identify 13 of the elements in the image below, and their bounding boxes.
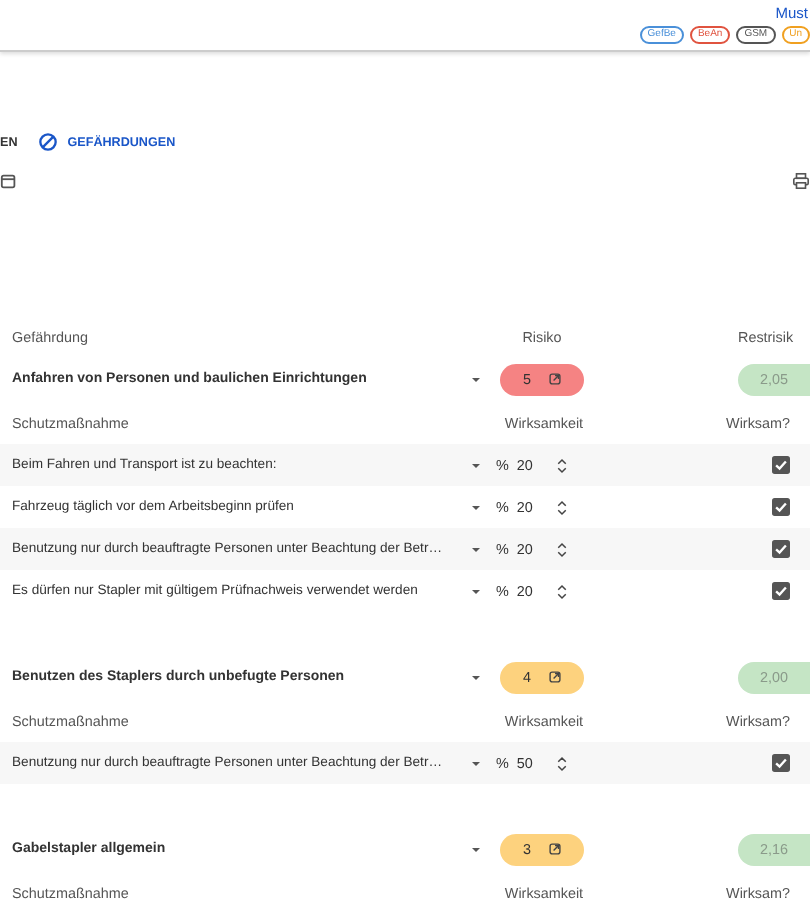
checkbox[interactable] (772, 498, 790, 516)
stepper-icon[interactable] (556, 581, 569, 601)
checkbox[interactable] (772, 582, 790, 600)
calendar-icon[interactable] (0, 171, 18, 189)
prohibited-icon (37, 132, 58, 152)
checkbox[interactable] (772, 540, 790, 558)
checkbox[interactable] (772, 754, 790, 772)
checkbox[interactable] (772, 456, 790, 474)
stepper-icon[interactable] (556, 497, 569, 517)
stepper-icon[interactable] (556, 753, 569, 773)
stepper-icon[interactable] (556, 539, 569, 559)
stepper-icon[interactable] (556, 455, 569, 475)
print-icon[interactable] (792, 171, 810, 189)
